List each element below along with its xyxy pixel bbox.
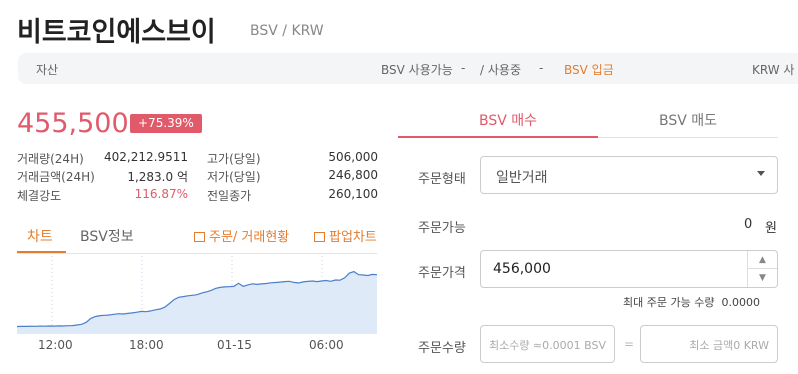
available-amount-unit: 원 <box>765 221 777 236</box>
tab-bsv-info[interactable]: BSV정보 <box>80 226 134 246</box>
current-price: 455,500 <box>17 108 129 139</box>
x-tick-4: 06:00 <box>309 338 344 352</box>
low-label: 저가(당일) <box>207 170 261 184</box>
available-value: - <box>461 61 466 75</box>
amount-input[interactable]: 최소 금액0 KRW <box>640 325 778 363</box>
active-tab-underline <box>17 251 66 253</box>
popup-chart-link[interactable]: 팝업차트 <box>314 226 377 245</box>
high-label: 고가(당일) <box>207 152 261 166</box>
volume-value: 402,212.9511 <box>104 150 188 164</box>
available-amount-value: 0 <box>744 217 753 232</box>
prev-close-value: 260,100 <box>328 187 378 201</box>
quantity-input[interactable]: 최소수량 ≈0.0001 BSV <box>480 325 615 363</box>
chart-tabs: 차트 BSV정보 주문/ 거래현황 팝업차트 <box>17 224 377 254</box>
in-use-value: - <box>539 61 544 75</box>
tab-chart[interactable]: 차트 <box>27 226 53 246</box>
amount-placeholder: 최소 금액0 KRW <box>689 339 769 352</box>
chart-icon <box>314 232 325 242</box>
chevron-down-icon <box>757 171 765 176</box>
chevron-down-small-icon[interactable]: ▼ <box>748 269 777 287</box>
available-label: BSV 사용가능 <box>381 63 453 77</box>
prev-close-label: 전일종가 <box>207 189 252 203</box>
orders-status-label: 주문/ 거래현황 <box>209 230 290 245</box>
orders-status-link[interactable]: 주문/ 거래현황 <box>194 226 289 245</box>
available-amount-label: 주문가능 <box>418 221 466 236</box>
chevron-up-icon[interactable]: ▲ <box>748 251 777 269</box>
strength-label: 체결강도 <box>17 189 62 203</box>
change-badge: +75.39% <box>130 114 202 133</box>
order-quantity-label: 주문수량 <box>418 341 466 356</box>
equals-sign: = <box>624 337 635 351</box>
x-tick-1: 12:00 <box>38 338 73 352</box>
high-value: 506,000 <box>328 150 378 164</box>
price-chart[interactable] <box>17 256 377 334</box>
max-quantity-label: 최대 주문 가능 수량 0.0000 <box>623 294 760 310</box>
popup-chart-label: 팝업차트 <box>329 230 377 245</box>
max-quantity-value: 0.0000 <box>721 296 760 309</box>
order-type-select[interactable]: 일반거래 <box>480 156 778 194</box>
tab-buy[interactable]: BSV 매수 <box>479 110 537 130</box>
trade-amount-label: 거래금액(24H) <box>17 170 95 184</box>
low-value: 246,800 <box>328 168 378 182</box>
krw-asset-label: KRW 사 <box>752 63 795 77</box>
asset-bar: 자산 BSV 사용가능 - / 사용중 - BSV 입금 KRW 사 <box>18 53 798 84</box>
order-type-label: 주문형태 <box>418 172 466 187</box>
coin-title: 비트코인에스브이 <box>17 17 216 48</box>
tab-sell[interactable]: BSV 매도 <box>659 110 717 130</box>
order-price-input[interactable]: 456,000 ▲ ▼ <box>480 250 778 288</box>
order-tabs: BSV 매수 BSV 매도 <box>398 100 778 138</box>
order-price-label: 주문가격 <box>418 266 466 281</box>
asset-label: 자산 <box>36 63 59 77</box>
active-order-tab-underline <box>398 136 598 138</box>
quantity-placeholder: 최소수량 ≈0.0001 BSV <box>488 339 606 352</box>
order-price-value: 456,000 <box>493 261 551 277</box>
x-tick-2: 18:00 <box>129 338 164 352</box>
in-use-label: / 사용중 <box>480 63 521 77</box>
deposit-link[interactable]: BSV 입금 <box>564 61 614 78</box>
calendar-icon <box>194 232 205 242</box>
order-type-value: 일반거래 <box>496 170 548 186</box>
x-tick-3: 01-15 <box>217 338 252 352</box>
price-stepper: ▲ ▼ <box>747 251 777 287</box>
market-pair: BSV / KRW <box>250 23 324 39</box>
volume-label: 거래량(24H) <box>17 152 84 166</box>
trade-amount-value: 1,283.0 억 <box>127 170 188 184</box>
max-quantity-text: 최대 주문 가능 수량 <box>623 296 715 309</box>
strength-value: 116.87% <box>134 187 188 201</box>
